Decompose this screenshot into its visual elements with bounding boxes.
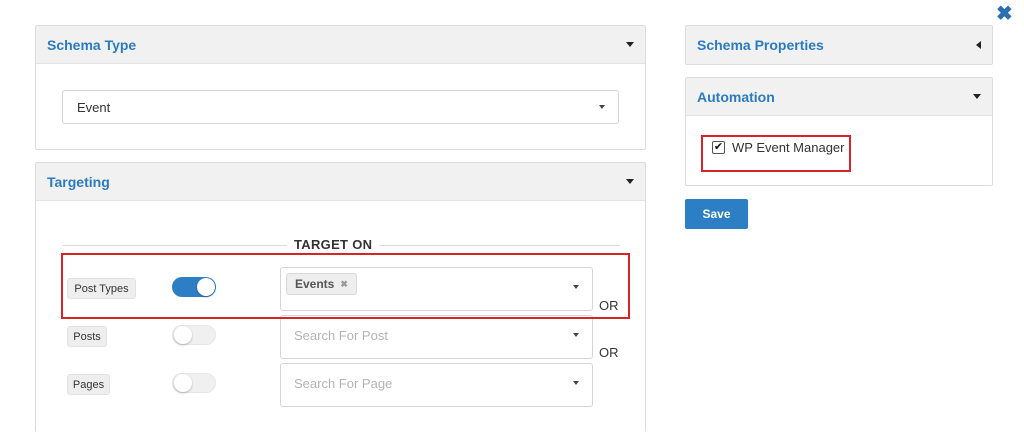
- posts-label: Posts: [67, 326, 107, 347]
- pages-label: Pages: [67, 374, 110, 395]
- targeting-title: Targeting: [47, 173, 110, 190]
- toggle-knob: [174, 374, 192, 392]
- chevron-down-icon[interactable]: [626, 42, 634, 47]
- chevron-down-icon: [573, 381, 579, 385]
- schema-properties-header[interactable]: Schema Properties: [686, 26, 992, 64]
- target-on-label: TARGET ON: [287, 237, 380, 252]
- chevron-left-icon[interactable]: [976, 41, 981, 49]
- posts-search-placeholder: Search For Post: [294, 328, 388, 343]
- wp-event-manager-highlight: [701, 135, 851, 172]
- schema-type-selected-value: Event: [77, 100, 111, 115]
- posts-select[interactable]: Search For Post: [280, 315, 593, 359]
- save-button[interactable]: Save: [685, 199, 748, 229]
- targeting-header[interactable]: Targeting: [36, 163, 645, 201]
- posts-toggle[interactable]: [172, 325, 216, 345]
- pages-select[interactable]: Search For Page: [280, 363, 593, 407]
- schema-type-panel: Schema Type Event: [35, 25, 646, 150]
- chevron-down-icon[interactable]: [626, 179, 634, 184]
- chevron-down-icon[interactable]: [973, 94, 981, 99]
- chevron-down-icon: [573, 333, 579, 337]
- schema-type-title: Schema Type: [47, 36, 137, 53]
- schema-properties-title: Schema Properties: [697, 37, 824, 53]
- schema-type-select[interactable]: Event: [62, 90, 619, 124]
- close-icon[interactable]: ✖: [996, 4, 1013, 24]
- toggle-knob: [174, 326, 192, 344]
- schema-type-header[interactable]: Schema Type: [36, 26, 645, 64]
- pages-toggle[interactable]: [172, 373, 216, 393]
- chevron-down-icon: [599, 105, 605, 109]
- schema-properties-panel: Schema Properties: [685, 25, 993, 65]
- automation-title: Automation: [697, 88, 775, 105]
- post-types-highlight: [61, 253, 630, 319]
- pages-search-placeholder: Search For Page: [294, 376, 393, 391]
- automation-header[interactable]: Automation: [686, 78, 992, 116]
- or-connector: OR: [599, 345, 619, 360]
